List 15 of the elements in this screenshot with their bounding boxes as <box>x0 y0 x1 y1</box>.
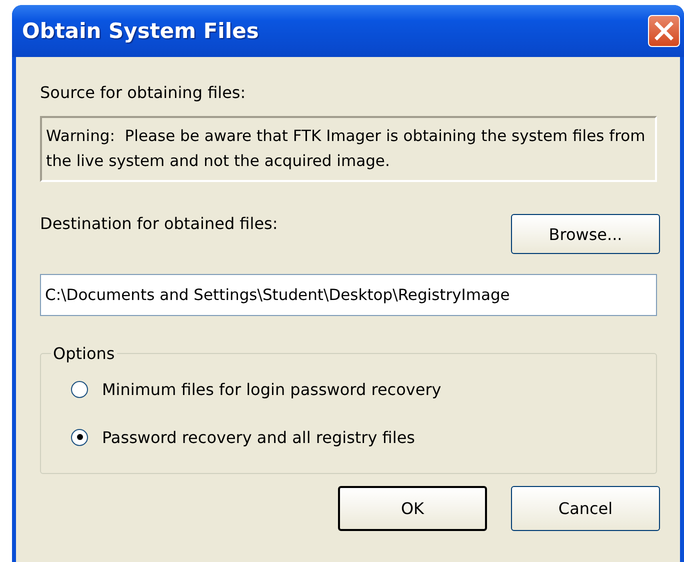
path-field[interactable]: C:\Documents and Settings\Student\Desktop\RegistryImage <box>40 274 657 316</box>
radio-label[interactable]: Minimum files for login password recovery <box>102 380 442 398</box>
warning-text: Warning: Please be aware that FTK Imager is obtaining the system files from the live system and not the acquired image. <box>40 116 657 182</box>
cancel-button[interactable]: Cancel <box>511 486 660 531</box>
radio-label[interactable]: Password recovery and all registry files <box>102 428 416 446</box>
destination-label: Destination for obtained files: <box>40 214 278 233</box>
browse-button[interactable]: Browse... <box>511 214 660 254</box>
source-label: Source for obtaining files: <box>40 83 246 102</box>
ok-button[interactable]: OK <box>338 486 487 531</box>
close-icon <box>654 21 674 41</box>
window-title: Obtain System Files <box>22 19 259 43</box>
radio-button[interactable] <box>71 380 88 398</box>
options-legend: Options <box>51 344 117 363</box>
close-button[interactable] <box>648 15 680 47</box>
radio-button[interactable] <box>71 428 88 446</box>
